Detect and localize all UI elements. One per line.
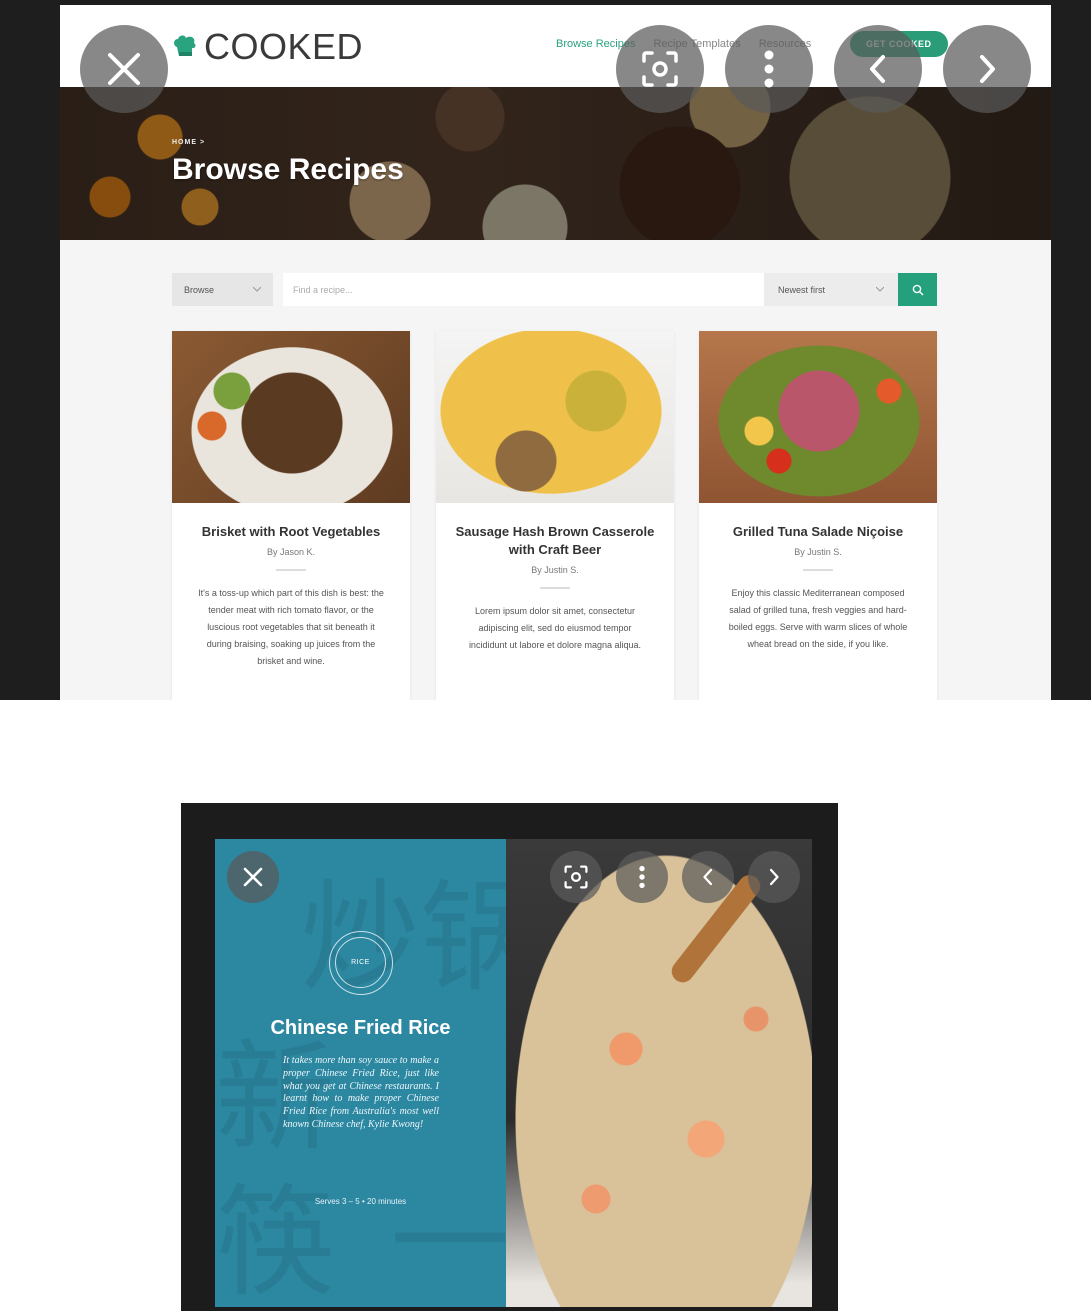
- search-icon: [912, 284, 923, 295]
- more-options-button[interactable]: [616, 851, 668, 903]
- hero-banner: HOME > Browse Recipes: [60, 87, 1051, 240]
- recipe-card[interactable]: Brisket with Root Vegetables By Jason K.…: [172, 331, 410, 700]
- recipe-author: By Justin S.: [531, 565, 579, 575]
- close-button[interactable]: [80, 25, 168, 113]
- recipe-description: Lorem ipsum dolor sit amet, consectetur …: [468, 606, 642, 650]
- breadcrumb[interactable]: HOME >: [172, 139, 205, 146]
- logo-text: COOKED: [204, 26, 364, 67]
- close-button[interactable]: [227, 851, 279, 903]
- site-logo[interactable]: COOKED: [172, 27, 363, 67]
- page-title: Browse Recipes: [172, 153, 404, 186]
- chevron-left-icon: [703, 868, 713, 886]
- recipe-author: By Jason K.: [266, 547, 316, 557]
- chevron-right-icon: [769, 868, 779, 886]
- next-button[interactable]: [748, 851, 800, 903]
- browse-dropdown-label: Browse: [184, 284, 215, 295]
- divider: [803, 569, 833, 571]
- recipe-description: It's a toss-up which part of this dish i…: [198, 588, 384, 666]
- search-button[interactable]: [898, 273, 937, 306]
- category-badge-label: RICE: [335, 937, 386, 988]
- recipe-image-brisket[interactable]: [172, 331, 410, 503]
- previous-button[interactable]: [834, 25, 922, 113]
- lens-button[interactable]: [616, 25, 704, 113]
- recipe-author: By Justin S.: [794, 547, 842, 557]
- recipe-description: It takes more than soy sauce to make a p…: [283, 1055, 439, 1130]
- fried-rice-photo: [506, 839, 812, 1307]
- previous-button[interactable]: [682, 851, 734, 903]
- chevron-right-icon: [980, 55, 995, 83]
- recipe-title[interactable]: Grilled Tuna Salade Niçoise: [717, 523, 919, 541]
- chevron-down-icon: [876, 287, 884, 292]
- divider: [540, 587, 570, 589]
- category-badge: RICE: [329, 931, 393, 995]
- close-icon: [243, 867, 263, 887]
- recipe-card[interactable]: Grilled Tuna Salade Niçoise By Justin S.…: [699, 331, 937, 700]
- image-viewer-bottom: 炒 锅 新 筷 一 RICE Chinese Fried Rice It tak…: [181, 803, 838, 1311]
- recipe-title[interactable]: Sausage Hash Brown Casserole with Craft …: [454, 523, 656, 559]
- sort-dropdown-label: Newest first: [778, 284, 826, 295]
- more-vert-icon: [764, 50, 774, 88]
- lens-icon: [642, 51, 678, 87]
- more-vert-icon: [639, 865, 645, 889]
- recipe-title: Chinese Fried Rice: [270, 1017, 451, 1039]
- recipe-panel: 炒 锅 新 筷 一 RICE Chinese Fried Rice It tak…: [215, 839, 506, 1307]
- website-screenshot: COOKED Browse Recipes Recipe Templates R…: [60, 5, 1051, 700]
- image-viewer-top: COOKED Browse Recipes Recipe Templates R…: [0, 0, 1091, 700]
- lens-button[interactable]: [550, 851, 602, 903]
- recipe-image-casserole[interactable]: [436, 331, 674, 503]
- recipe-card[interactable]: Sausage Hash Brown Casserole with Craft …: [436, 331, 674, 700]
- background-glyph: 锅: [420, 869, 506, 1008]
- close-icon: [108, 53, 140, 85]
- recipe-title[interactable]: Brisket with Root Vegetables: [190, 523, 392, 541]
- lens-icon: [564, 865, 588, 889]
- more-options-button[interactable]: [725, 25, 813, 113]
- chevron-left-icon: [870, 55, 885, 83]
- recipe-image-tuna[interactable]: [699, 331, 937, 503]
- recipe-search-bar: Browse Newest first: [172, 273, 937, 306]
- chef-hat-icon: [174, 35, 196, 56]
- recipe-description: Enjoy this classic Mediterranean compose…: [728, 588, 908, 649]
- browse-dropdown[interactable]: Browse: [172, 273, 273, 306]
- chevron-down-icon: [253, 287, 261, 292]
- recipe-meta: Serves 3 – 5 • 20 minutes: [314, 1197, 407, 1206]
- next-button[interactable]: [943, 25, 1031, 113]
- sort-dropdown[interactable]: Newest first: [764, 273, 898, 306]
- divider: [276, 569, 306, 571]
- search-input[interactable]: [283, 273, 764, 306]
